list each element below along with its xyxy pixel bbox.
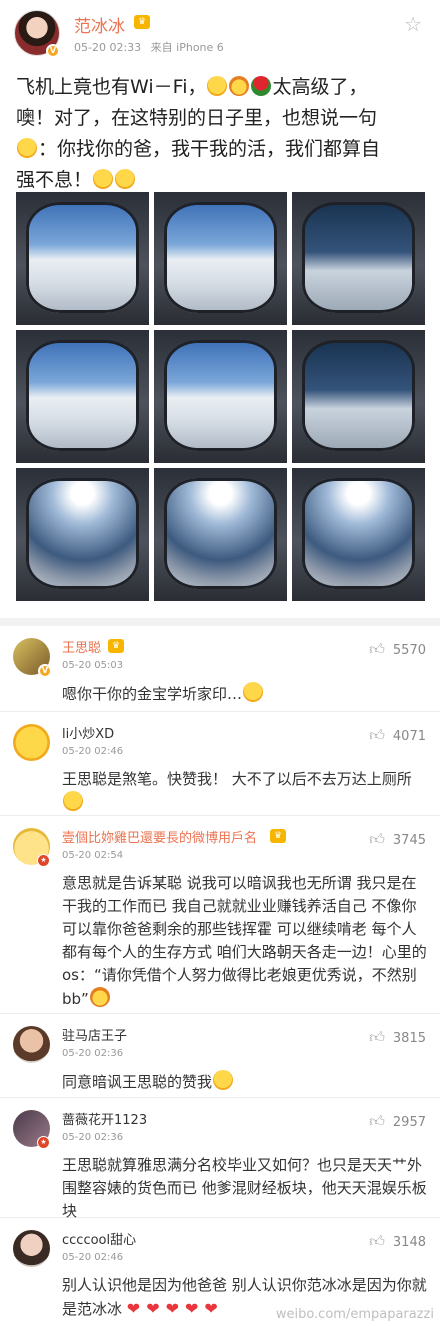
kiss-emoji-icon <box>93 169 114 189</box>
vip-crown-icon: ♛ <box>108 639 124 653</box>
post-photo[interactable] <box>292 192 425 325</box>
like-count: 3815 <box>392 1031 426 1046</box>
post-text-line-1b: 太高级了， <box>272 76 368 98</box>
comment-time: 05-20 02:36 <box>62 1048 124 1059</box>
like-button[interactable]: 👍︎ 3148 <box>369 1232 426 1251</box>
post-photo[interactable] <box>292 330 425 463</box>
comment-text: 同意暗讽王思聪的赞我 <box>62 1070 428 1094</box>
commenter-avatar[interactable] <box>13 724 50 761</box>
member-badge-icon: ★ <box>37 854 50 867</box>
thumb-up-icon: 👍︎ <box>369 640 385 658</box>
comment-item: li小炒XD 05-20 02:46 👍︎ 4071 王思聪是煞笔。快赞我！ 大不… <box>0 712 440 816</box>
post-photo[interactable] <box>16 192 149 325</box>
cat-emoji-icon <box>213 1070 234 1090</box>
post-time: 05-20 02:33 <box>74 41 142 54</box>
commenter-name[interactable]: 蔷薇花开1123 <box>62 1109 147 1128</box>
post-text-line-4: 强不息！ <box>16 169 93 191</box>
like-button[interactable]: 👍︎ 2957 <box>369 1112 426 1131</box>
post-photo[interactable] <box>154 192 287 325</box>
post-photo[interactable] <box>154 468 287 601</box>
smile-emoji-icon <box>17 138 37 158</box>
laugh-cry-emoji-icon <box>89 987 110 1007</box>
member-badge-icon: ★ <box>37 1136 50 1149</box>
commenter-name[interactable]: 驻马店王子 <box>62 1025 127 1044</box>
thumb-up-icon: 👍︎ <box>369 726 385 744</box>
image-grid <box>16 192 425 606</box>
like-count: 2957 <box>392 1115 426 1130</box>
comment-item: V 王思聪 ♛ 05-20 05:03 👍︎ 5570 嗯你干你的金宝学圻家印… <box>0 626 440 712</box>
vip-crown-icon: ♛ <box>270 829 286 843</box>
comment-time: 05-20 02:46 <box>62 1252 124 1263</box>
commenter-name[interactable]: 王思聪 <box>62 637 101 656</box>
comment-time: 05-20 05:03 <box>62 660 124 671</box>
verified-badge-icon: V <box>38 664 52 678</box>
post-text-line-2: 噢！对了，在这特别的日子里，也想说一句 <box>16 107 378 129</box>
section-divider <box>0 618 440 626</box>
kiss-emoji-icon <box>207 76 228 96</box>
post-header: V 范冰冰 ♛ 05-20 02:33 来自 iPhone 6 ☆ <box>0 0 440 64</box>
verified-badge-icon: V <box>46 44 60 58</box>
laugh-emoji-icon <box>229 76 250 96</box>
kiss-emoji-icon <box>115 169 136 189</box>
like-count: 3148 <box>392 1235 426 1250</box>
post-photo[interactable] <box>16 468 149 601</box>
like-count: 5570 <box>392 643 426 658</box>
post-text: 飞机上竟也有Wi－Fi， 太高级了， 噢！对了，在这特别的日子里，也想说一句 ：你… <box>16 72 426 196</box>
like-count: 3745 <box>392 833 426 848</box>
post-meta: 05-20 02:33 来自 iPhone 6 <box>74 39 224 55</box>
favorite-star-icon[interactable]: ☆ <box>404 12 422 36</box>
like-count: 4071 <box>392 729 426 744</box>
vip-crown-icon: ♛ <box>134 15 150 29</box>
like-button[interactable]: 👍︎ 5570 <box>369 640 426 659</box>
doge-emoji-icon <box>63 791 83 811</box>
heart-emoji-icon: ❤❤❤❤❤ <box>126 1299 224 1318</box>
comment-text: 王思聪就算雅思满分名校毕业又如何？也只是天天艹外围整容婊的货色而已 他爹混财经板… <box>62 1156 427 1220</box>
author-name[interactable]: 范冰冰 <box>74 12 125 37</box>
like-button[interactable]: 👍︎ 4071 <box>369 726 426 745</box>
post-source: 来自 iPhone 6 <box>150 41 224 54</box>
like-button[interactable]: 👍︎ 3815 <box>369 1028 426 1047</box>
comment-text: 意思就是告诉某聪 说我可以暗讽我也无所谓 我只是在干我的工作而已 我自己就就业业… <box>62 874 427 1008</box>
commenter-name[interactable]: li小炒XD <box>62 723 114 742</box>
comment-text: 嗯你干你的金宝学圻家印… <box>62 682 428 706</box>
thumb-up-icon: 👍︎ <box>369 1028 385 1046</box>
comment-time: 05-20 02:54 <box>62 850 124 861</box>
post-text-line-1: 飞机上竟也有Wi－Fi， <box>16 76 207 98</box>
thumb-up-icon: 👍︎ <box>369 1112 385 1130</box>
thumb-up-icon: 👍︎ <box>369 1232 385 1250</box>
like-button[interactable]: 👍︎ 3745 <box>369 830 426 849</box>
commenter-name[interactable]: 壹個比妳雞巴還要長的微博用戶名 <box>62 827 257 846</box>
comment-time: 05-20 02:46 <box>62 746 124 757</box>
post-photo[interactable] <box>16 330 149 463</box>
post-photo[interactable] <box>154 330 287 463</box>
watermark: weibo.com/empaparazzi <box>275 1307 434 1322</box>
comment-item: 驻马店王子 05-20 02:36 👍︎ 3815 同意暗讽王思聪的赞我 <box>0 1014 440 1098</box>
commenter-avatar[interactable] <box>13 1230 50 1267</box>
thumb-up-icon: 👍︎ <box>369 830 385 848</box>
comment-item: ★ 蔷薇花开1123 05-20 02:36 👍︎ 2957 王思聪就算雅思满分名… <box>0 1098 440 1220</box>
comment-time: 05-20 02:36 <box>62 1132 124 1143</box>
comment-item: ★ 壹個比妳雞巴還要長的微博用戶名 ♛ 05-20 02:54 👍︎ 3745 意… <box>0 816 440 1014</box>
smile-emoji-icon <box>243 682 264 702</box>
commenter-name[interactable]: ccccool甜心 <box>62 1229 136 1248</box>
post-text-line-3: ：你找你的爸，我干我的活，我们都算自 <box>38 138 381 160</box>
post-photo[interactable] <box>292 468 425 601</box>
rose-emoji-icon <box>251 76 272 96</box>
comment-text: 王思聪是煞笔。快赞我！ 大不了以后不去万达上厕所 <box>62 768 428 815</box>
commenter-avatar[interactable] <box>13 1026 50 1063</box>
